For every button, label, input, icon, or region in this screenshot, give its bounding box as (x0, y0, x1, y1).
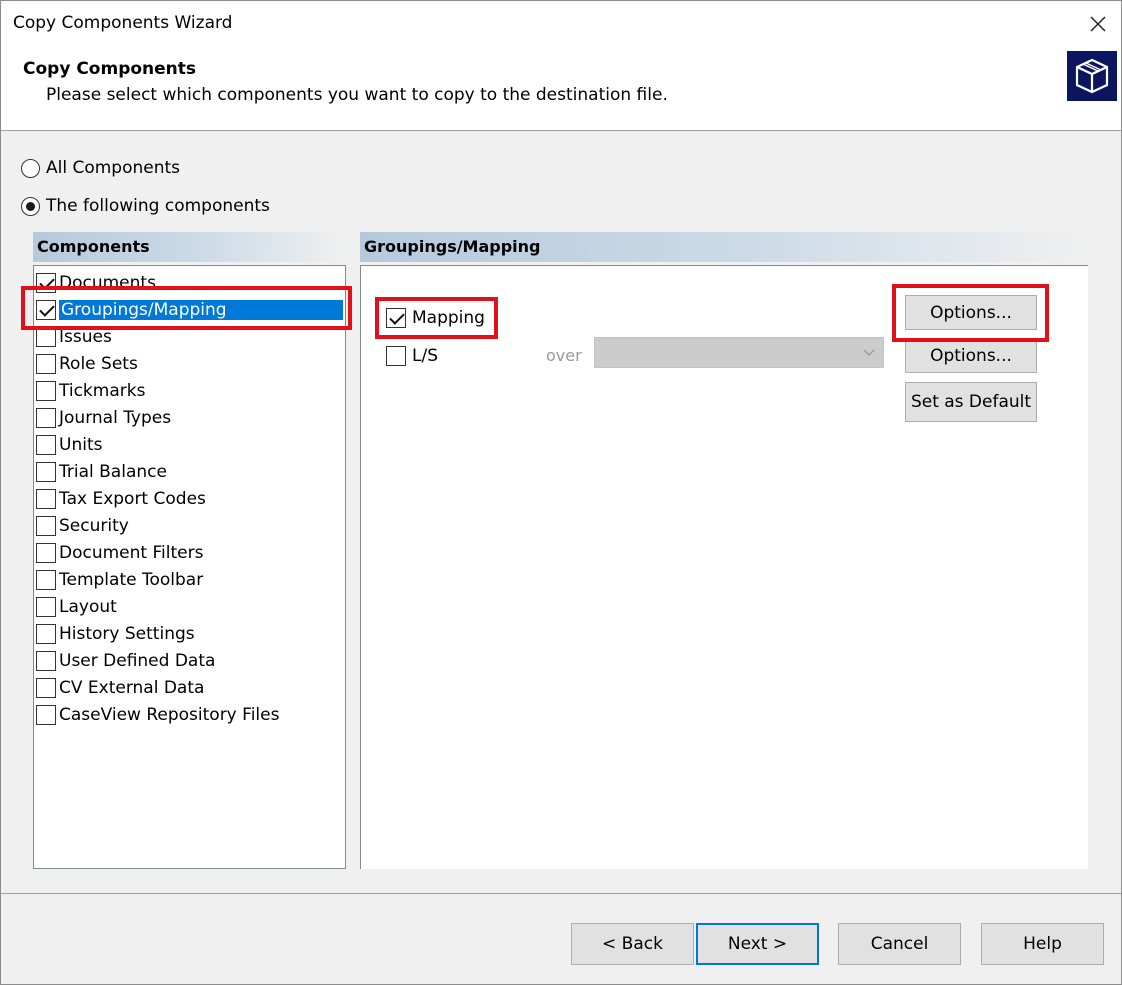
cube-logo-icon (1067, 51, 1117, 101)
list-item-history-settings[interactable]: History Settings (36, 620, 195, 647)
item-label: Tax Export Codes (59, 488, 206, 509)
wizard-window: Copy Components Wizard Copy Components P… (0, 0, 1122, 985)
close-icon (1090, 16, 1106, 32)
chevron-down-icon (863, 349, 875, 356)
radio-label: The following components (46, 196, 270, 216)
checkbox[interactable] (36, 461, 56, 482)
checkbox[interactable] (36, 434, 56, 455)
list-item-tickmarks[interactable]: Tickmarks (36, 377, 145, 404)
item-label: Tickmarks (59, 380, 146, 401)
page-subtitle: Please select which components you want … (46, 85, 668, 105)
mapping-label: Mapping (412, 308, 485, 328)
item-label: Security (59, 515, 129, 536)
list-item-cv-external-data[interactable]: CV External Data (36, 674, 204, 701)
checkbox[interactable] (36, 623, 56, 644)
ls-label: L/S (412, 346, 438, 366)
item-label: Document Filters (59, 542, 204, 563)
list-item-documents[interactable]: Documents (36, 269, 156, 296)
ls-checkbox[interactable] (386, 346, 406, 366)
list-item-caseview-repository-files[interactable]: CaseView Repository Files (36, 701, 279, 728)
footer-divider (1, 893, 1121, 894)
checkbox[interactable] (36, 569, 56, 590)
detail-panel-header: Groupings/Mapping (360, 232, 1088, 262)
checkbox[interactable] (36, 380, 56, 401)
item-label: Journal Types (59, 407, 172, 428)
mapping-options-button[interactable]: Options... (905, 295, 1037, 330)
list-item-groupings-mapping[interactable]: Groupings/Mapping (36, 296, 343, 323)
item-label: Layout (59, 596, 117, 617)
item-label: Template Toolbar (59, 569, 204, 590)
checkbox[interactable] (36, 515, 56, 536)
checkbox[interactable] (36, 542, 56, 563)
radio-following-components[interactable]: The following components (21, 196, 270, 216)
item-label: Issues (59, 326, 112, 347)
item-label: Documents (59, 272, 156, 293)
list-item-tax-export-codes[interactable]: Tax Export Codes (36, 485, 206, 512)
list-item-security[interactable]: Security (36, 512, 129, 539)
list-item-document-filters[interactable]: Document Filters (36, 539, 203, 566)
radio-all-components[interactable]: All Components (21, 158, 180, 178)
page-title: Copy Components (23, 59, 197, 79)
list-item-journal-types[interactable]: Journal Types (36, 404, 171, 431)
over-label: over (546, 346, 582, 365)
item-label: Units (59, 434, 103, 455)
over-dropdown[interactable] (594, 337, 884, 368)
checkbox[interactable] (36, 353, 56, 374)
checkbox[interactable] (36, 596, 56, 617)
item-label: User Defined Data (59, 650, 216, 671)
wizard-header: Copy Components Please select which comp… (1, 47, 1121, 131)
list-item-role-sets[interactable]: Role Sets (36, 350, 138, 377)
cancel-button[interactable]: Cancel (838, 923, 961, 965)
item-label: CaseView Repository Files (59, 704, 280, 725)
mapping-checkbox[interactable] (386, 308, 406, 328)
radio-button[interactable] (21, 158, 40, 178)
list-item-layout[interactable]: Layout (36, 593, 117, 620)
mapping-option[interactable]: Mapping (386, 308, 485, 328)
item-label: CV External Data (59, 677, 205, 698)
checkbox[interactable] (36, 488, 56, 509)
checkbox[interactable] (36, 272, 56, 293)
checkbox[interactable] (36, 299, 56, 320)
checkbox[interactable] (36, 677, 56, 698)
item-label: Trial Balance (59, 461, 167, 482)
item-label: Role Sets (59, 353, 138, 374)
ls-option[interactable]: L/S (386, 346, 438, 366)
set-as-default-button[interactable]: Set as Default (905, 382, 1037, 422)
list-item-trial-balance[interactable]: Trial Balance (36, 458, 167, 485)
components-list: Documents Groupings/Mapping Issues Role … (33, 265, 346, 869)
ls-options-button[interactable]: Options... (905, 338, 1037, 373)
radio-button[interactable] (21, 196, 40, 216)
list-item-issues[interactable]: Issues (36, 323, 112, 350)
back-button[interactable]: < Back (571, 923, 694, 965)
checkbox[interactable] (36, 407, 56, 428)
title-bar: Copy Components Wizard (1, 1, 1121, 47)
item-label: Groupings/Mapping (59, 299, 343, 320)
list-item-template-toolbar[interactable]: Template Toolbar (36, 566, 203, 593)
next-button[interactable]: Next > (696, 923, 819, 965)
help-button[interactable]: Help (981, 923, 1104, 965)
radio-label: All Components (46, 158, 181, 178)
close-button[interactable] (1075, 1, 1121, 47)
checkbox[interactable] (36, 704, 56, 725)
list-item-units[interactable]: Units (36, 431, 102, 458)
item-label: History Settings (59, 623, 195, 644)
components-panel-header: Components (33, 232, 346, 262)
checkbox[interactable] (36, 650, 56, 671)
checkbox[interactable] (36, 326, 56, 347)
list-item-user-defined-data[interactable]: User Defined Data (36, 647, 215, 674)
window-title: Copy Components Wizard (13, 13, 233, 33)
